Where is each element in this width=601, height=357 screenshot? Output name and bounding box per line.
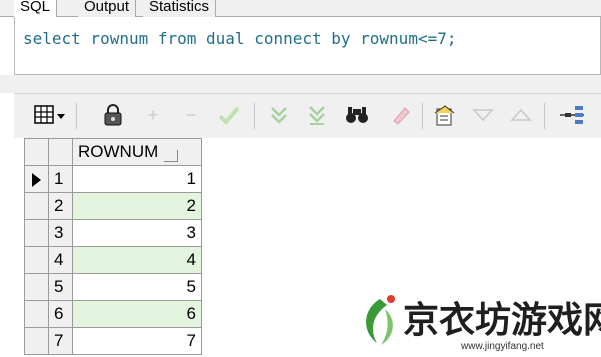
row-indicator — [24, 246, 49, 274]
tab-sql[interactable]: SQL — [14, 0, 58, 18]
row-indicator — [24, 219, 49, 247]
find-icon[interactable] — [344, 102, 370, 128]
rownum-cell[interactable]: 3 — [72, 219, 202, 247]
row-number: 2 — [48, 192, 73, 220]
grid-corner-2 — [48, 138, 73, 166]
tab-output[interactable]: Output — [78, 0, 137, 17]
table-row[interactable]: 6 6 — [24, 300, 202, 328]
fetch-next-icon[interactable] — [266, 102, 292, 128]
grid-layout-icon[interactable] — [32, 102, 68, 128]
sort-up-icon[interactable] — [508, 102, 534, 128]
sql-editor[interactable]: select rownum from dual connect by rownu… — [14, 17, 601, 75]
leaf-logo-icon — [366, 295, 395, 345]
table-row[interactable]: 1 1 — [24, 165, 202, 193]
row-number: 1 — [48, 165, 73, 193]
rownum-cell[interactable]: 6 — [72, 300, 202, 328]
row-indicator — [24, 192, 49, 220]
export-icon[interactable] — [432, 102, 458, 128]
tree-icon[interactable] — [556, 102, 588, 128]
row-number: 3 — [48, 219, 73, 247]
column-header-rownum[interactable]: ROWNUM — [72, 138, 202, 166]
splitter[interactable] — [0, 75, 601, 93]
result-grid: ROWNUM 1 1 2 2 3 3 4 4 5 5 6 6 7 7 — [24, 138, 202, 355]
minus-icon[interactable]: − — [178, 102, 204, 128]
table-row[interactable]: 5 5 — [24, 273, 202, 301]
table-row[interactable]: 2 2 — [24, 192, 202, 220]
rownum-cell[interactable]: 2 — [72, 192, 202, 220]
tab-bar: SQL Output Statistics — [0, 0, 601, 18]
row-number: 6 — [48, 300, 73, 328]
current-row-icon — [32, 172, 41, 187]
table-row[interactable]: 4 4 — [24, 246, 202, 274]
row-indicator — [24, 327, 49, 355]
rownum-cell[interactable]: 7 — [72, 327, 202, 355]
row-indicator — [24, 300, 49, 328]
rownum-cell[interactable]: 4 — [72, 246, 202, 274]
result-toolbar: + − — [14, 93, 601, 138]
tab-statistics[interactable]: Statistics — [143, 0, 217, 17]
clear-icon[interactable] — [388, 102, 414, 128]
check-icon[interactable] — [216, 102, 242, 128]
lock-icon[interactable] — [100, 102, 126, 128]
column-sort-icon — [164, 150, 179, 162]
table-row[interactable]: 3 3 — [24, 219, 202, 247]
rownum-cell[interactable]: 5 — [72, 273, 202, 301]
fetch-last-icon[interactable] — [304, 102, 330, 128]
sort-down-icon[interactable] — [470, 102, 496, 128]
grid-corner — [24, 138, 49, 166]
watermark-title: 京衣坊游戏网 — [403, 300, 601, 341]
row-number: 4 — [48, 246, 73, 274]
watermark: 京衣坊游戏网 www.jingyifang.net — [355, 285, 601, 357]
rownum-cell[interactable]: 1 — [72, 165, 202, 193]
table-row[interactable]: 7 7 — [24, 327, 202, 355]
plus-icon[interactable]: + — [140, 102, 166, 128]
sql-text: select rownum from dual connect by rownu… — [23, 29, 457, 48]
row-indicator — [24, 165, 49, 193]
row-number: 7 — [48, 327, 73, 355]
row-indicator — [24, 273, 49, 301]
watermark-url: www.jingyifang.net — [461, 341, 544, 352]
row-number: 5 — [48, 273, 73, 301]
